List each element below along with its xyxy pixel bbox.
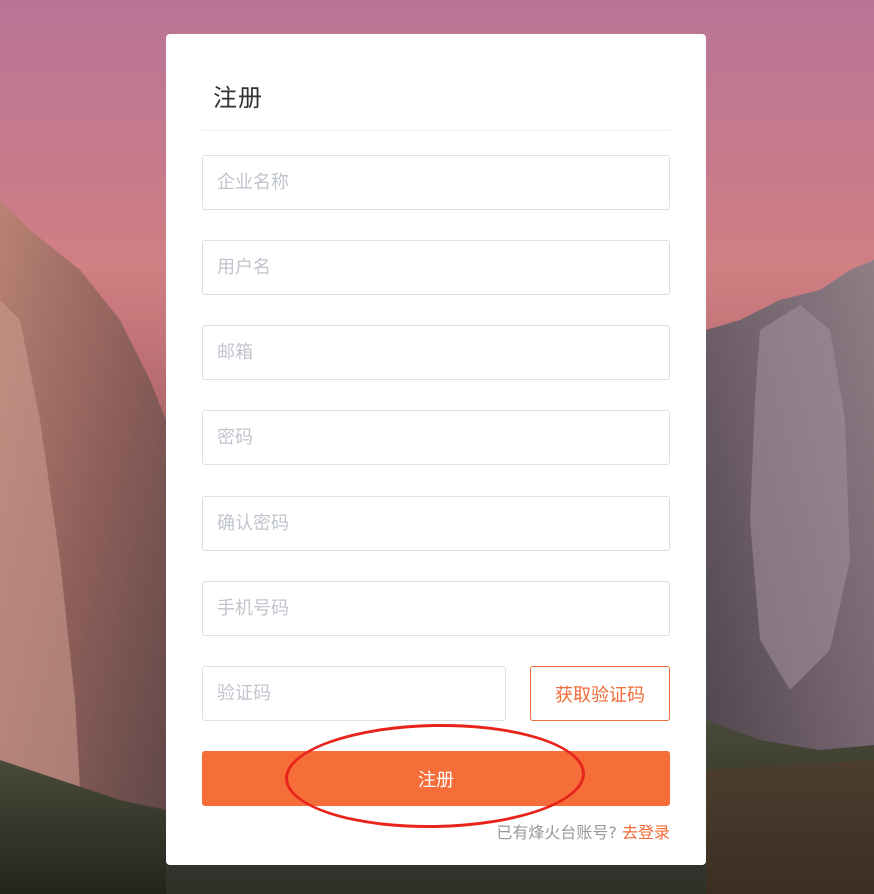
login-prompt: 已有烽火台账号? 去登录 xyxy=(496,819,670,843)
register-button[interactable]: 注册 xyxy=(202,751,670,806)
company-field[interactable] xyxy=(202,155,670,210)
username-input[interactable] xyxy=(203,241,669,294)
phone-field[interactable] xyxy=(202,581,670,636)
email-input[interactable] xyxy=(203,326,669,379)
get-code-button[interactable]: 获取验证码 xyxy=(530,666,670,721)
email-field[interactable] xyxy=(202,325,670,380)
verification-code-input[interactable] xyxy=(203,667,505,720)
verification-code-field[interactable] xyxy=(202,666,506,721)
username-field[interactable] xyxy=(202,240,670,295)
password-input[interactable] xyxy=(203,411,669,464)
login-link[interactable]: 去登录 xyxy=(622,823,670,842)
title-divider xyxy=(202,130,670,131)
register-button-label: 注册 xyxy=(418,769,454,791)
password-field[interactable] xyxy=(202,410,670,465)
company-input[interactable] xyxy=(203,156,669,209)
page-title: 注册 xyxy=(213,84,263,112)
confirm-password-input[interactable] xyxy=(203,497,669,550)
login-prompt-text: 已有烽火台账号? xyxy=(496,823,622,842)
register-card: 注册 获取验证码 注册 已有烽火台账号? 去登录 xyxy=(166,34,706,865)
confirm-password-field[interactable] xyxy=(202,496,670,551)
phone-input[interactable] xyxy=(203,582,669,635)
